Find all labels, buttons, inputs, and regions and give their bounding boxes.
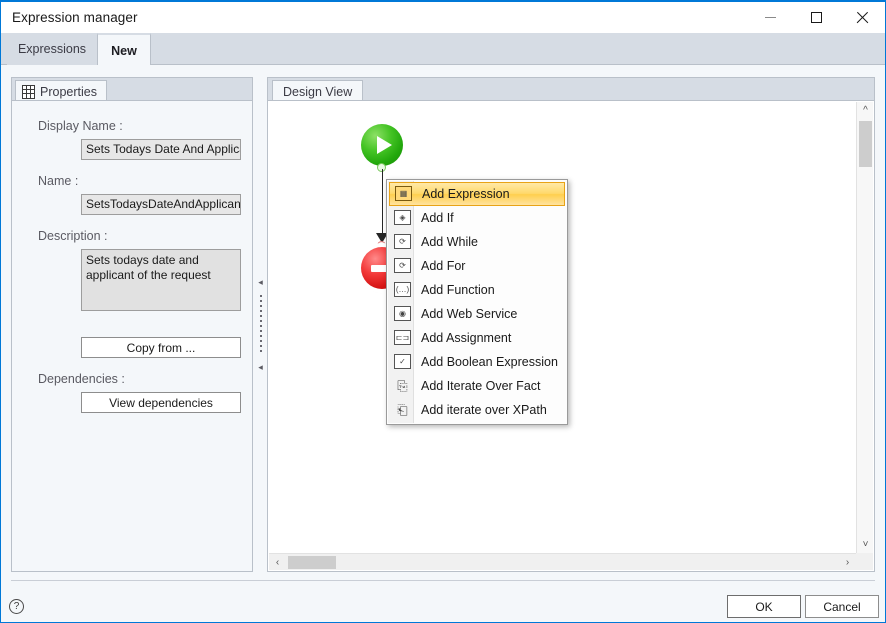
iterate-fact-icon: ⎘ <box>397 378 408 394</box>
minimize-button[interactable] <box>747 2 793 33</box>
maximize-icon <box>810 12 822 23</box>
scroll-right-icon[interactable]: › <box>839 554 856 571</box>
if-icon: ◈ <box>394 209 411 227</box>
panel-splitter[interactable]: ◂ ◂ <box>255 77 266 572</box>
design-view-panel: Design View ▦ Add Expression ◈ Add If ⟳ … <box>267 77 875 572</box>
footer-separator <box>11 580 875 581</box>
horizontal-scroll-thumb[interactable] <box>288 556 336 569</box>
menu-item-add-web-service[interactable]: ◉ Add Web Service <box>387 302 567 326</box>
properties-grid-icon <box>22 84 35 99</box>
menu-item-add-web-service-label: Add Web Service <box>421 307 518 321</box>
scrollbar-corner <box>856 553 873 570</box>
tab-design-view-label: Design View <box>283 84 353 99</box>
design-canvas[interactable]: ▦ Add Expression ◈ Add If ⟳ Add While ⟳ … <box>268 101 857 553</box>
splitter-collapse-right-icon[interactable]: ◂ <box>258 362 263 372</box>
splitter-grip[interactable] <box>259 294 262 355</box>
cancel-button[interactable]: Cancel <box>805 595 879 618</box>
menu-item-add-iterate-over-fact[interactable]: ⎘ Add Iterate Over Fact <box>387 374 567 398</box>
description-label: Description : <box>38 229 108 243</box>
properties-panel: Properties Display Name : Sets Todays Da… <box>11 77 253 572</box>
for-icon: ⟳ <box>394 257 411 275</box>
menu-item-add-expression-label: Add Expression <box>422 187 510 201</box>
tab-properties[interactable]: Properties <box>15 80 107 102</box>
while-icon: ⟳ <box>394 233 411 251</box>
menu-item-add-assignment-label: Add Assignment <box>421 331 512 345</box>
properties-content: Display Name : Sets Todays Date And Appl… <box>11 100 253 572</box>
menu-item-add-boolean-expression[interactable]: ✓ Add Boolean Expression <box>387 350 567 374</box>
help-icon[interactable]: ? <box>9 599 24 614</box>
display-name-input[interactable]: Sets Todays Date And Applican <box>81 139 241 160</box>
function-icon: (…) <box>394 281 411 299</box>
menu-item-add-if-label: Add If <box>421 211 454 225</box>
description-textarea[interactable]: Sets todays date and applicant of the re… <box>81 249 241 311</box>
close-icon <box>856 11 869 24</box>
maximize-button[interactable] <box>793 2 839 33</box>
properties-tab-row: Properties <box>11 77 253 102</box>
menu-item-add-function[interactable]: (…) Add Function <box>387 278 567 302</box>
tab-expressions-label: Expressions <box>17 42 87 56</box>
display-name-label: Display Name : <box>38 119 123 133</box>
minimize-icon <box>764 17 776 18</box>
dialog-footer: ? OK Cancel <box>1 587 885 622</box>
menu-item-add-for-label: Add For <box>421 259 466 273</box>
canvas-vertical-scrollbar[interactable]: ^ ˅ <box>856 102 873 553</box>
window-title: Expression manager <box>12 10 138 25</box>
design-canvas-wrapper: ▦ Add Expression ◈ Add If ⟳ Add While ⟳ … <box>267 100 875 572</box>
menu-item-add-assignment[interactable]: ⊏⊐ Add Assignment <box>387 326 567 350</box>
expression-icon: ▦ <box>395 185 412 203</box>
menu-item-add-iterate-over-xpath[interactable]: ⎗ Add iterate over XPath <box>387 398 567 422</box>
close-button[interactable] <box>839 2 885 33</box>
scroll-down-icon[interactable]: ˅ <box>857 536 874 553</box>
tab-new[interactable]: New <box>97 33 151 66</box>
menu-item-add-while-label: Add While <box>421 235 478 249</box>
ok-button[interactable]: OK <box>727 595 801 618</box>
name-label: Name : <box>38 174 79 188</box>
play-icon <box>377 136 392 154</box>
title-bar: Expression manager <box>1 2 885 33</box>
menu-item-add-iterate-over-xpath-label: Add iterate over XPath <box>421 403 547 417</box>
scroll-left-icon[interactable]: ‹ <box>269 554 286 571</box>
menu-item-add-for[interactable]: ⟳ Add For <box>387 254 567 278</box>
splitter-collapse-left-icon[interactable]: ◂ <box>258 277 263 287</box>
tab-expressions[interactable]: Expressions <box>7 33 97 65</box>
assignment-icon: ⊏⊐ <box>394 329 411 347</box>
dialog-body: Properties Display Name : Sets Todays Da… <box>1 65 885 587</box>
tab-new-label: New <box>111 43 137 58</box>
window-controls <box>747 2 885 33</box>
start-node[interactable] <box>361 124 403 166</box>
menu-item-add-expression[interactable]: ▦ Add Expression <box>389 182 565 206</box>
name-input[interactable]: SetsTodaysDateAndApplicant <box>81 194 241 215</box>
menu-item-add-if[interactable]: ◈ Add If <box>387 206 567 230</box>
canvas-horizontal-scrollbar[interactable]: ‹ › <box>269 553 856 570</box>
iterate-xpath-icon: ⎗ <box>397 402 408 418</box>
web-service-icon: ◉ <box>394 305 411 323</box>
copy-from-button[interactable]: Copy from ... <box>81 337 241 358</box>
menu-item-add-iterate-over-fact-label: Add Iterate Over Fact <box>421 379 541 393</box>
design-view-tab-row: Design View <box>267 77 875 102</box>
menu-item-add-function-label: Add Function <box>421 283 495 297</box>
dependencies-label: Dependencies : <box>38 372 125 386</box>
add-node-context-menu: ▦ Add Expression ◈ Add If ⟳ Add While ⟳ … <box>386 179 568 425</box>
boolean-icon: ✓ <box>394 353 411 371</box>
scroll-up-icon[interactable]: ^ <box>857 102 874 119</box>
main-tab-strip: Expressions New <box>1 33 885 66</box>
expression-manager-window: Expression manager Expressions New Prope… <box>0 0 886 623</box>
menu-item-add-while[interactable]: ⟳ Add While <box>387 230 567 254</box>
flow-connector <box>381 169 384 237</box>
tab-design-view[interactable]: Design View <box>272 80 364 102</box>
view-dependencies-button[interactable]: View dependencies <box>81 392 241 413</box>
menu-item-add-boolean-expression-label: Add Boolean Expression <box>421 355 558 369</box>
tab-properties-label: Properties <box>40 84 97 99</box>
vertical-scroll-thumb[interactable] <box>859 121 872 167</box>
